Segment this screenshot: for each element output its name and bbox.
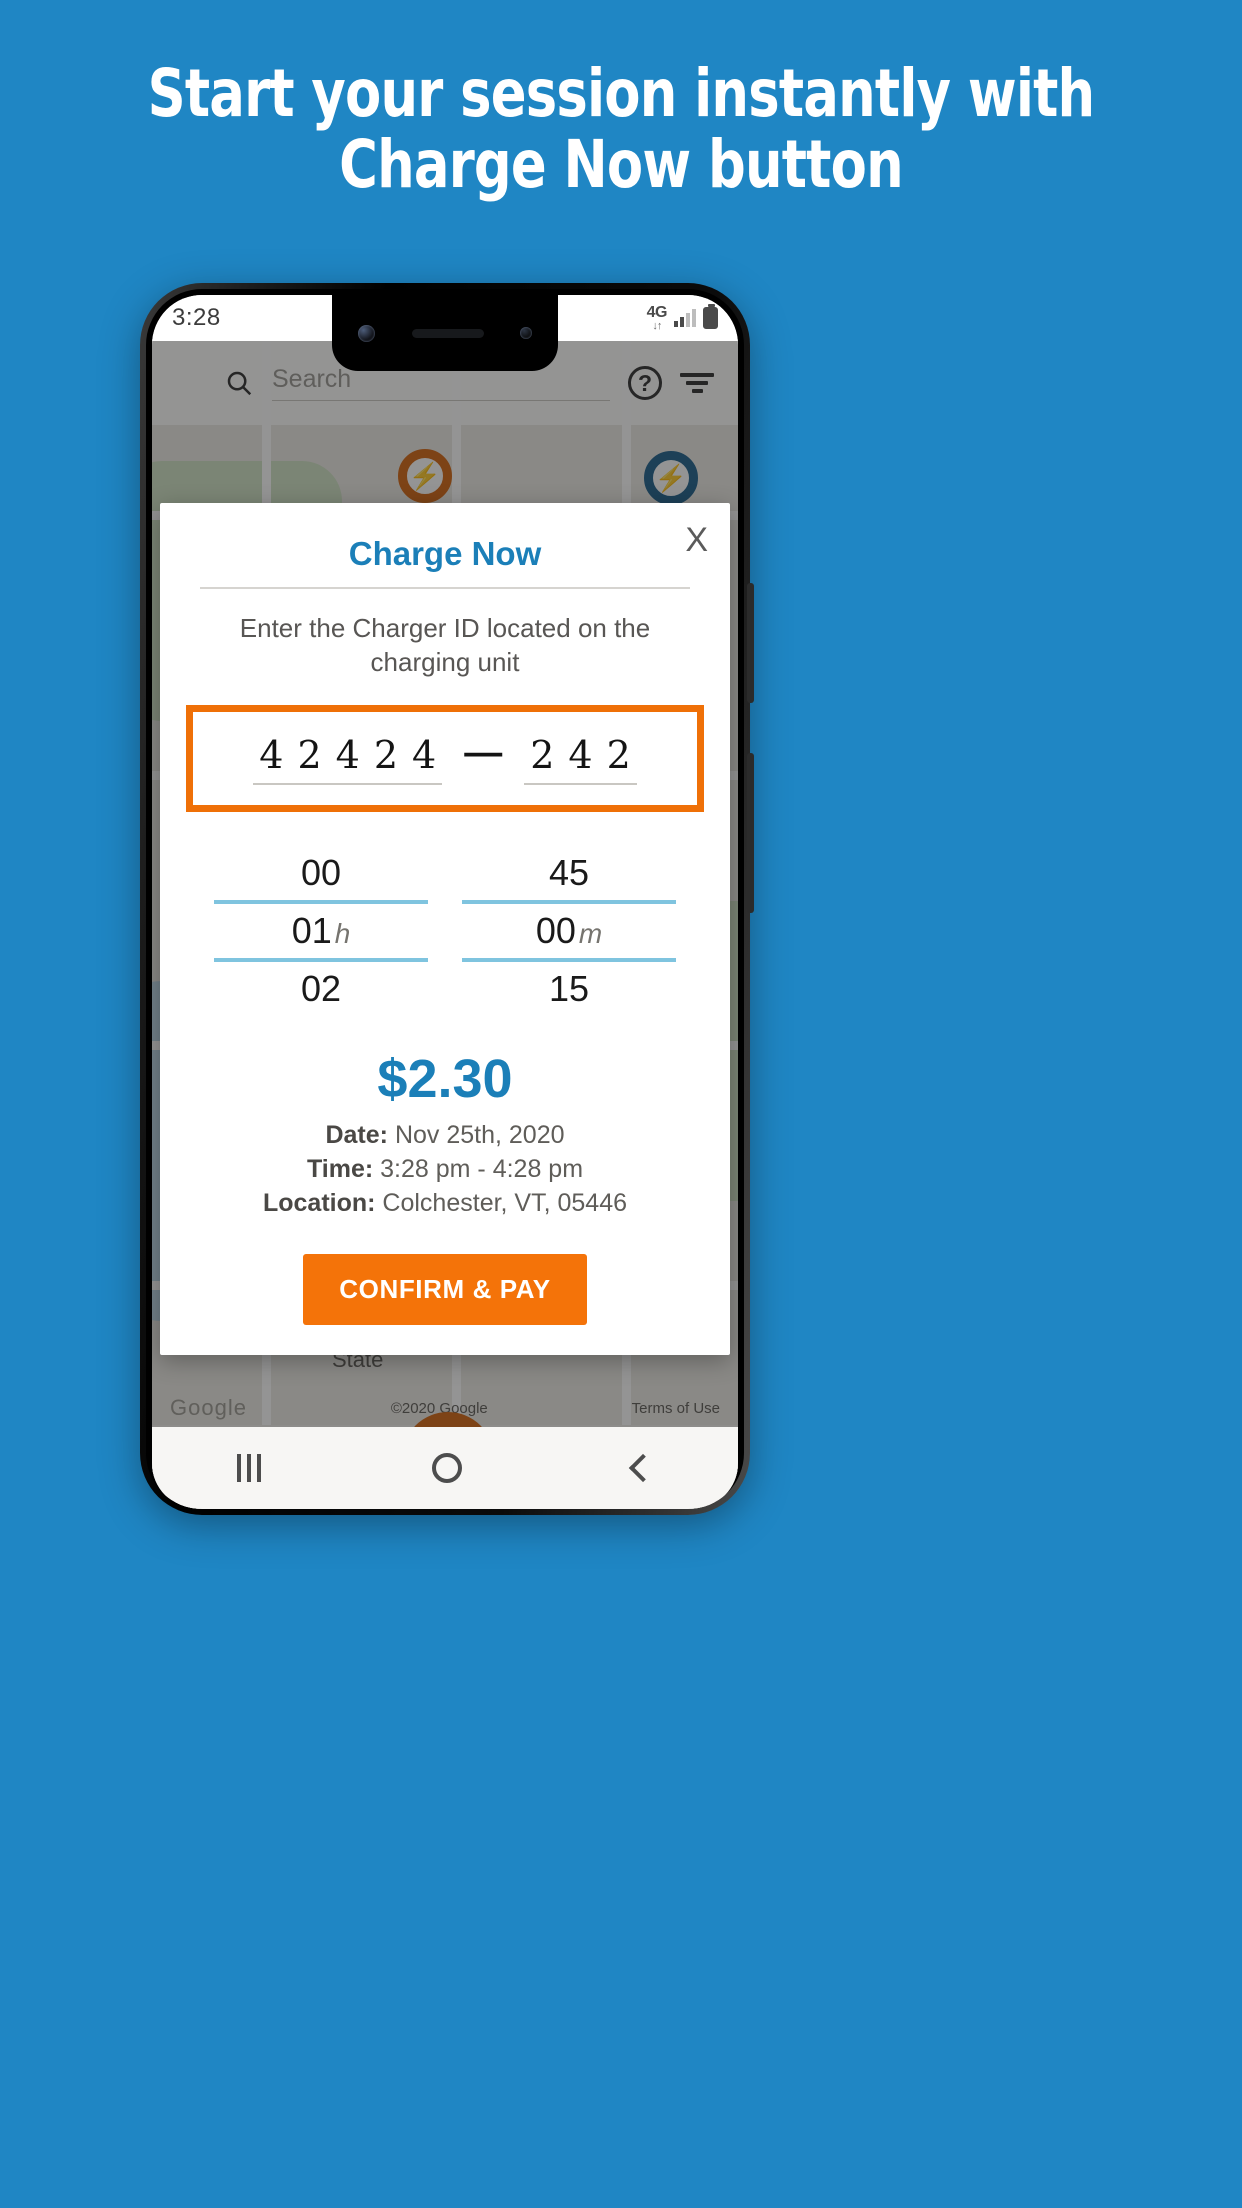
- detail-time: Time: 3:28 pm - 4:28 pm: [186, 1152, 704, 1186]
- front-camera-icon: [358, 324, 375, 342]
- promo-headline: Start your session instantly with Charge…: [124, 58, 1118, 201]
- phone-bezel: 3:28 4G ↓↑ State ⚡ ⚡ Search ? Google ©20…: [146, 289, 744, 1509]
- minutes-next-value[interactable]: 15: [462, 962, 676, 1016]
- hours-next-value[interactable]: 02: [214, 962, 428, 1016]
- id-digit: 2: [530, 733, 555, 778]
- network-label: 4G: [646, 303, 668, 321]
- detail-date-label: Date:: [325, 1121, 388, 1150]
- id-digit: 2: [373, 733, 398, 778]
- network-type-icon: 4G ↓↑: [646, 303, 668, 332]
- earpiece-speaker: [411, 328, 484, 338]
- id-digit: 4: [412, 733, 437, 778]
- charger-id-separator: —: [464, 732, 503, 775]
- dialog-actions: CONFIRM & PAY: [186, 1254, 704, 1326]
- app-content: ff E Lo an P N S be RedwoodState ⚡ ⚡ ⚡ ⚡: [152, 301, 738, 1509]
- data-arrows-icon: ↓↑: [652, 319, 662, 332]
- detail-date-value: Nov 25th, 2020: [394, 1121, 565, 1150]
- duration-picker[interactable]: 00 01 h 02 45 00 m 15: [186, 846, 704, 1016]
- recents-icon[interactable]: [237, 1454, 262, 1482]
- charger-id-segment-2[interactable]: 2 4 2: [524, 733, 637, 786]
- id-digit: 2: [297, 733, 322, 778]
- minutes-selected-value: 00 m: [535, 910, 603, 952]
- home-circle-icon[interactable]: [431, 1453, 462, 1483]
- camera-notch: [332, 295, 558, 371]
- promo-headline-line2: Charge Now button: [339, 126, 904, 204]
- detail-time-value: 3:28 pm - 4:28 pm: [380, 1155, 584, 1184]
- status-icons: 4G ↓↑: [646, 303, 718, 332]
- android-nav-bar: [152, 1427, 738, 1509]
- hours-prev-value[interactable]: 00: [214, 846, 428, 900]
- close-icon[interactable]: X: [685, 523, 708, 557]
- price-total: $2.30: [377, 1049, 513, 1110]
- hours-unit: h: [334, 918, 351, 950]
- volume-button[interactable]: [747, 753, 754, 913]
- signal-bars-icon: [674, 309, 696, 327]
- status-time: 3:28: [172, 304, 221, 331]
- phone-screen: 3:28 4G ↓↑ State ⚡ ⚡ Search ? Google ©20…: [152, 295, 738, 1509]
- dialog-header: X Charge Now: [186, 523, 708, 587]
- minutes-prev-value[interactable]: 45: [462, 846, 676, 900]
- id-digit: 2: [606, 733, 631, 778]
- session-details: Date: Nov 25th, 2020 Time: 3:28 pm - 4:2…: [186, 1118, 704, 1220]
- dialog-subtitle: Enter the Charger ID located on the char…: [239, 612, 651, 677]
- id-digit: 4: [259, 733, 284, 778]
- dialog-divider: [200, 587, 690, 589]
- charge-now-dialog: X Charge Now Enter the Charger ID locate…: [160, 503, 730, 1356]
- confirm-and-pay-button[interactable]: CONFIRM & PAY: [303, 1254, 587, 1326]
- minutes-unit: m: [578, 918, 603, 950]
- back-chevron-icon[interactable]: [628, 1453, 657, 1483]
- detail-date: Date: Nov 25th, 2020: [186, 1118, 704, 1152]
- id-digit: 4: [335, 733, 360, 778]
- dialog-title: Charge Now: [348, 535, 542, 572]
- hours-spinner[interactable]: 00 01 h 02: [214, 846, 428, 1016]
- power-button[interactable]: [747, 583, 754, 703]
- promo-headline-line1: Start your session instantly with: [147, 55, 1096, 132]
- battery-icon: [703, 304, 718, 329]
- charger-id-field[interactable]: 4 2 4 2 4 — 2 4 2: [186, 705, 704, 813]
- id-digit: 4: [568, 733, 593, 778]
- detail-location-value: Colchester, VT, 05446: [382, 1189, 628, 1218]
- detail-location: Location: Colchester, VT, 05446: [186, 1186, 704, 1220]
- detail-time-label: Time:: [306, 1155, 374, 1184]
- secondary-camera-icon: [520, 327, 532, 339]
- phone-device: 3:28 4G ↓↑ State ⚡ ⚡ Search ? Google ©20…: [140, 283, 754, 1515]
- detail-location-label: Location:: [262, 1189, 376, 1218]
- hours-selected-value: 01 h: [291, 910, 351, 952]
- minutes-spinner[interactable]: 45 00 m 15: [462, 846, 676, 1016]
- charger-id-segment-1[interactable]: 4 2 4 2 4: [253, 733, 443, 786]
- promo-screenshot: Start your session instantly with Charge…: [0, 0, 1242, 2208]
